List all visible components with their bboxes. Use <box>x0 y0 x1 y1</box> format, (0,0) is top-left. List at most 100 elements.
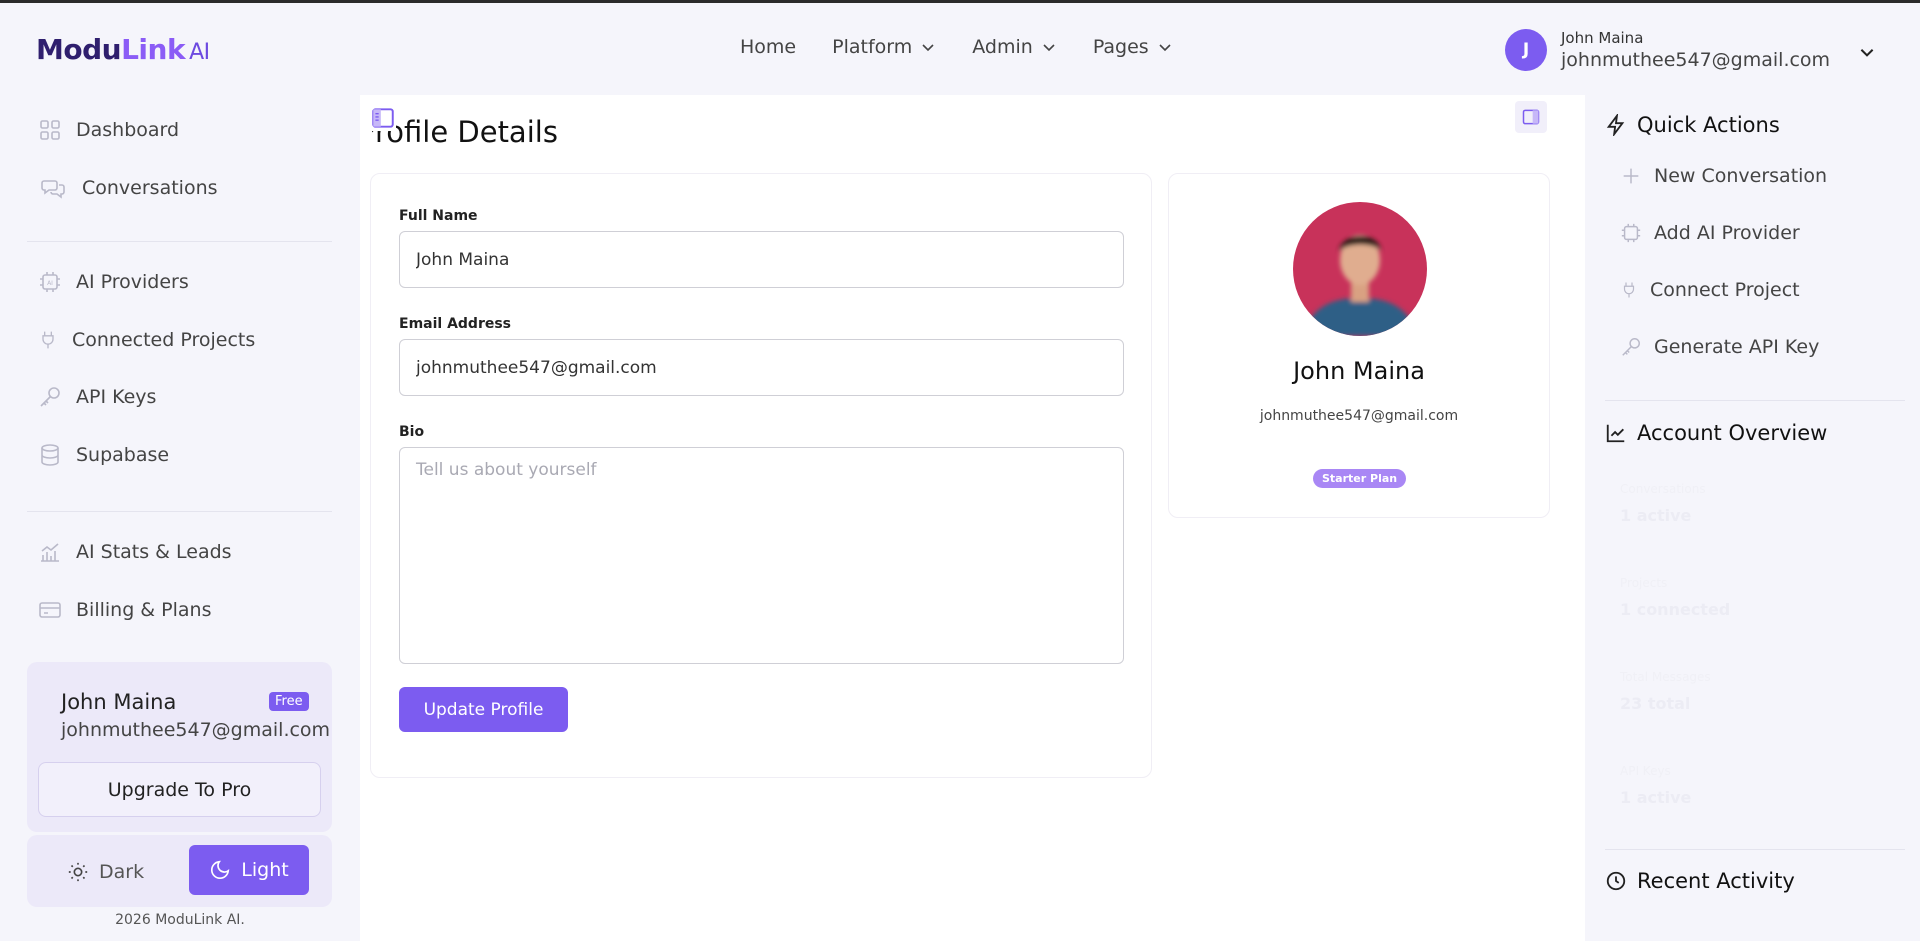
grid-icon <box>40 120 60 140</box>
sidebar-item-conversations[interactable]: Conversations <box>38 176 218 200</box>
sidebar-divider <box>27 511 332 512</box>
theme-dark-button[interactable]: Dark <box>67 849 144 895</box>
sidebar-item-supabase[interactable]: Supabase <box>38 443 169 467</box>
page-title: Profile Details <box>372 115 672 149</box>
sidebar-item-ai-providers[interactable]: AI AI Providers <box>38 270 189 294</box>
recent-activity-heading: Recent Activity <box>1605 869 1795 893</box>
overview-label: API Keys <box>1620 764 1671 778</box>
plan-badge: Free <box>269 692 309 711</box>
chevron-down-icon <box>1159 44 1171 52</box>
email-input[interactable] <box>399 339 1124 396</box>
nav-pages[interactable]: Pages <box>1093 36 1173 58</box>
right-panel-divider <box>1605 400 1905 401</box>
moon-icon <box>211 860 230 880</box>
sidebar-item-label: AI Stats & Leads <box>76 541 232 563</box>
quick-action-label: New Conversation <box>1654 165 1828 187</box>
sidebar: Dashboard Conversations AI AI Providers … <box>0 93 360 941</box>
clock-icon <box>1606 871 1626 891</box>
theme-dark-label: Dark <box>99 861 145 883</box>
chat-icon <box>41 180 65 199</box>
avatar: J <box>1505 29 1547 71</box>
account-overview-title: Account Overview <box>1637 421 1828 445</box>
profile-name: John Maina <box>1293 357 1425 385</box>
user-name: John Maina <box>1561 29 1644 47</box>
sidebar-item-api-keys[interactable]: API Keys <box>38 385 156 409</box>
bio-label: Bio <box>399 424 425 440</box>
database-icon <box>41 444 59 466</box>
theme-switcher: Dark Light <box>27 835 332 907</box>
sidebar-item-label: Conversations <box>82 177 218 199</box>
page-title-text: Profile Details <box>372 115 558 149</box>
profile-email: johnmuthee547@gmail.com <box>1259 408 1459 424</box>
sidebar-item-connected-projects[interactable]: Connected Projects <box>38 328 255 352</box>
update-profile-button[interactable]: Update Profile <box>399 687 568 732</box>
email-label: Email Address <box>399 316 512 332</box>
profile-card: John Maina johnmuthee547@gmail.com Start… <box>1168 173 1550 518</box>
overview-value: 1 active <box>1620 788 1692 807</box>
nav-home-label: Home <box>740 36 797 58</box>
sidebar-toggle-icon[interactable] <box>370 105 396 131</box>
sidebar-item-label: Billing & Plans <box>76 599 212 621</box>
full-name-label: Full Name <box>399 208 478 224</box>
nav-platform[interactable]: Platform <box>832 36 936 58</box>
svg-text:AI: AI <box>47 280 53 287</box>
quick-action-label: Connect Project <box>1650 279 1800 301</box>
quick-action-add-ai-provider[interactable]: Add AI Provider <box>1620 222 1800 244</box>
top-header: ModuLink AI Home Platform Admin Pages J J… <box>0 3 1920 93</box>
user-card-email: johnmuthee547@gmail.com <box>61 719 331 741</box>
nav-pages-label: Pages <box>1092 36 1149 58</box>
quick-action-label: Add AI Provider <box>1654 222 1800 244</box>
sidebar-item-dashboard[interactable]: Dashboard <box>38 118 179 142</box>
overview-label: Projects <box>1620 576 1668 590</box>
chevron-down-icon <box>922 44 934 52</box>
user-menu[interactable]: J John Maina johnmuthee547@gmail.com <box>1505 29 1830 71</box>
panel-right-icon <box>1522 109 1540 125</box>
plan-badge: Starter Plan <box>1313 469 1407 488</box>
main-content: Profile Details Full Name Email Address … <box>360 95 1585 941</box>
overview-label: Total Messages <box>1620 670 1711 684</box>
nav-platform-label: Platform <box>832 36 913 58</box>
nav-admin-label: Admin <box>972 36 1033 58</box>
nav-admin[interactable]: Admin <box>972 36 1057 58</box>
quick-action-new-conversation[interactable]: New Conversation <box>1620 165 1827 187</box>
logo[interactable]: ModuLink AI <box>36 33 210 66</box>
sidebar-item-ai-stats[interactable]: AI Stats & Leads <box>38 540 232 564</box>
recent-activity-title: Recent Activity <box>1637 869 1795 893</box>
upgrade-button[interactable]: Upgrade To Pro <box>38 762 321 817</box>
profile-photo <box>1293 202 1427 336</box>
quick-actions-heading: Quick Actions <box>1605 113 1780 137</box>
user-email: johnmuthee547@gmail.com <box>1561 49 1831 71</box>
bar-chart-icon <box>41 543 59 562</box>
credit-card-icon <box>39 602 61 618</box>
chip-icon: AI <box>40 272 60 292</box>
quick-action-connect-project[interactable]: Connect Project <box>1620 279 1800 301</box>
sidebar-user-card: John Maina Free johnmuthee547@gmail.com … <box>27 662 332 832</box>
sidebar-item-label: API Keys <box>76 386 157 408</box>
sidebar-item-label: Supabase <box>76 444 170 466</box>
sidebar-item-label: Connected Projects <box>72 329 256 351</box>
bio-textarea[interactable] <box>399 447 1124 664</box>
user-card-name: John Maina <box>61 690 177 714</box>
quick-action-generate-api-key[interactable]: Generate API Key <box>1620 336 1819 358</box>
chevron-down-icon[interactable] <box>1858 43 1876 61</box>
sidebar-item-label: AI Providers <box>76 271 189 293</box>
main-nav: Home Platform Admin Pages <box>740 36 1173 58</box>
theme-light-button[interactable]: Light <box>189 845 309 895</box>
overview-value: 1 connected <box>1620 600 1731 619</box>
sun-icon <box>68 862 88 882</box>
account-overview-heading: Account Overview <box>1605 421 1827 445</box>
plus-icon <box>1623 168 1639 184</box>
quick-action-label: Generate API Key <box>1654 336 1820 358</box>
right-panel-toggle[interactable] <box>1515 101 1547 133</box>
key-icon <box>40 387 60 407</box>
theme-light-label: Light <box>241 859 289 881</box>
sidebar-item-billing[interactable]: Billing & Plans <box>38 598 211 622</box>
logo-suffix: AI <box>189 40 210 65</box>
nav-home[interactable]: Home <box>740 36 796 58</box>
overview-value: 23 total <box>1620 694 1691 713</box>
key-icon <box>1622 338 1640 356</box>
line-chart-icon <box>1606 424 1625 443</box>
right-panel: Quick Actions New Conversation Add AI Pr… <box>1585 95 1920 941</box>
logo-accent: Link <box>121 33 186 66</box>
full-name-input[interactable] <box>399 231 1124 288</box>
